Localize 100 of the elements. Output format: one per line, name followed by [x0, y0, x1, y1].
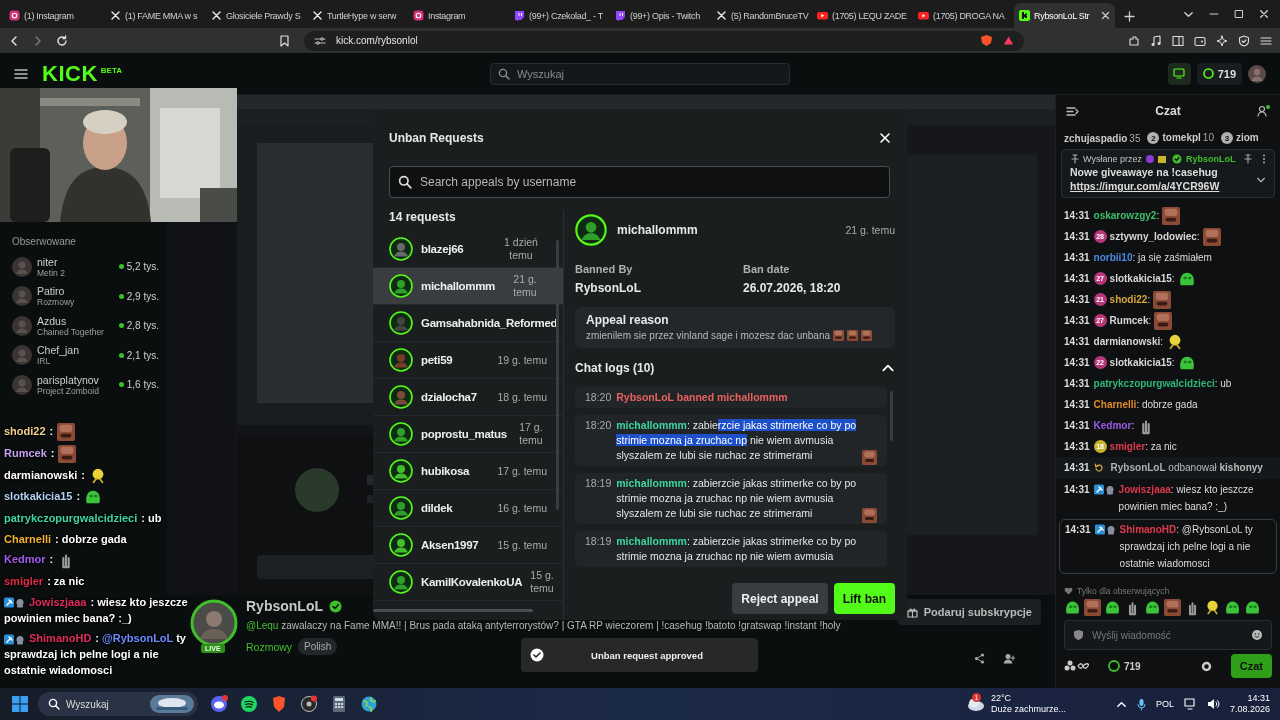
lift-ban-button[interactable]: Lift ban [833, 583, 895, 614]
emote-icon [862, 508, 877, 523]
request-item[interactable]: dildek 16 g. temu [373, 490, 563, 527]
music-app-icon[interactable] [240, 695, 258, 713]
chat-message: Jowiszjaaa : wiesz kto jeszcze powinien miec bana? :_) [4, 595, 188, 624]
browser-tab[interactable]: (1705) LEQU ZADE [812, 3, 913, 28]
tab-close-icon[interactable] [1101, 11, 1110, 20]
browser-tab[interactable]: (1) Instagram [4, 3, 105, 28]
cross-icon [211, 10, 222, 21]
channel-item[interactable]: niter Metin 2 5,2 tys. [12, 252, 159, 282]
browser-tab[interactable]: RybsonLoL Str [1014, 3, 1115, 28]
request-item[interactable]: Aksen1997 15 g. temu [373, 527, 563, 564]
points-balance[interactable]: 719 [1108, 660, 1141, 672]
screen-icon [1173, 68, 1186, 79]
gift-subscription-button[interactable]: Podaruj subskrypcje [897, 599, 1041, 625]
wallet-icon[interactable] [1194, 34, 1206, 47]
pinned-link[interactable]: https://imgur.com/a/4YCR96W [1070, 180, 1256, 192]
request-time: 21 g. temu [845, 224, 895, 236]
browser-tab[interactable]: (5) RandomBruceTV [711, 3, 812, 28]
appeal-label: Appeal reason [586, 313, 670, 327]
user-avatar[interactable] [1248, 64, 1266, 83]
forward-icon[interactable] [32, 34, 44, 47]
send-button[interactable]: Czat [1230, 654, 1272, 678]
chat-message: Charnelli : dobrze gada [4, 532, 127, 545]
channel-category: IRL [37, 356, 52, 367]
triangle-icon[interactable] [1003, 35, 1014, 46]
new-tab-icon[interactable] [1124, 11, 1135, 22]
start-button[interactable] [12, 696, 28, 712]
collapse-chat-icon[interactable] [1066, 105, 1079, 117]
shield-icon[interactable] [980, 34, 993, 47]
request-count: 14 requests [389, 210, 457, 226]
username: hubikosa [421, 465, 470, 477]
maximize-icon[interactable] [1234, 9, 1244, 19]
browser-tab[interactable]: (99+) Opis - Twitch [610, 3, 711, 28]
share-icon[interactable] [974, 653, 985, 664]
recorder-app-icon[interactable] [300, 695, 318, 713]
chat-timestamp: 14:31 [1064, 482, 1090, 497]
browser-tab[interactable]: (1) FAME MMA w s [105, 3, 206, 28]
reject-appeal-button[interactable]: Reject appeal [732, 583, 828, 614]
menu-icon[interactable] [1260, 34, 1272, 47]
sidebar-icon[interactable] [1172, 34, 1184, 47]
extensions-icon[interactable] [1128, 34, 1140, 47]
chat-timestamp: 14:31 [1064, 272, 1090, 286]
browser-tab[interactable]: TurtleHype w serw [307, 3, 408, 28]
calculator-icon[interactable] [330, 695, 348, 713]
settings-icon[interactable] [1199, 659, 1213, 673]
close-icon[interactable] [879, 132, 891, 144]
channel-item[interactable]: parisplatynov Project Zomboid 1,6 tys. [12, 370, 159, 400]
badges-icon[interactable] [1064, 660, 1092, 672]
play-icon [817, 10, 828, 21]
log-time: 18:19 [585, 476, 612, 491]
points-counter[interactable]: 719 [1196, 62, 1242, 85]
search-field[interactable]: Wyszukaj [490, 62, 790, 85]
top-gifter[interactable]: 3 ziom [1220, 131, 1259, 145]
sparkle-icon[interactable] [1216, 34, 1228, 47]
unpin-icon[interactable] [1243, 154, 1252, 164]
creator-dashboard-button[interactable] [1167, 62, 1191, 85]
chatters-icon[interactable] [1257, 105, 1270, 117]
message-field[interactable]: Wyślij wiadomość [1064, 620, 1272, 650]
chat-message: slotkakicia15: [1109, 356, 1175, 370]
network-icon[interactable] [1183, 698, 1197, 710]
address-field[interactable]: kick.com/rybsonlol [304, 30, 1024, 51]
speaker-icon[interactable] [1206, 698, 1220, 710]
taskbar-clock[interactable]: 14:31 7.08.2026 [1229, 693, 1270, 715]
menu-icon[interactable] [14, 67, 28, 80]
request-item[interactable]: michallommm 21 g. temu [373, 268, 563, 305]
shield-check-icon[interactable] [1238, 34, 1250, 47]
user-avatar [389, 533, 413, 557]
category-link[interactable]: Rozmowy [246, 640, 293, 653]
camera-icon [413, 10, 424, 21]
weather-icon[interactable] [965, 696, 986, 712]
live-dot [118, 352, 124, 358]
field-label: Ban date [743, 263, 791, 275]
browser-tab[interactable]: (1705) DROGA NA [913, 3, 1014, 28]
top-gifter[interactable]: zchujaspadio 35 [1064, 132, 1141, 144]
channel-item[interactable]: Azdus Chained Together 2,8 tys. [12, 311, 159, 341]
browser-tab[interactable]: Instagram [408, 3, 509, 28]
bookmark-icon[interactable] [279, 34, 290, 47]
window-close-icon[interactable] [1259, 9, 1269, 19]
smiley-icon[interactable] [1251, 629, 1263, 641]
emote-icon [1244, 599, 1261, 616]
follow-icon[interactable] [1003, 653, 1015, 664]
reload-icon[interactable] [56, 34, 68, 47]
channel-item[interactable]: Patiro Rozmowy 2,9 tys. [12, 281, 159, 311]
chat-timestamp: 14:31 [1064, 230, 1090, 244]
search-field[interactable]: Search appeals by username [389, 166, 890, 198]
language-indicator[interactable]: POL [1155, 699, 1174, 709]
more-icon[interactable] [1262, 154, 1266, 164]
language-tag[interactable]: Polish [298, 638, 338, 655]
browser-tab[interactable]: (99+) Czekolad_ - T [509, 3, 610, 28]
music-icon[interactable] [1150, 34, 1162, 47]
browser-app-icon[interactable] [270, 695, 288, 713]
top-gifter[interactable]: 2 tomekpl 10 [1147, 131, 1214, 145]
channel-item[interactable]: Chef_jan IRL 2,1 tys. [12, 340, 159, 370]
back-icon[interactable] [8, 34, 20, 47]
browser-tab[interactable]: Głosiciele Prawdy S [206, 3, 307, 28]
globe-icon[interactable] [360, 695, 378, 713]
chat-app-icon[interactable] [210, 695, 228, 713]
channel-avatar [12, 315, 32, 336]
microphone-icon[interactable] [1136, 697, 1146, 711]
